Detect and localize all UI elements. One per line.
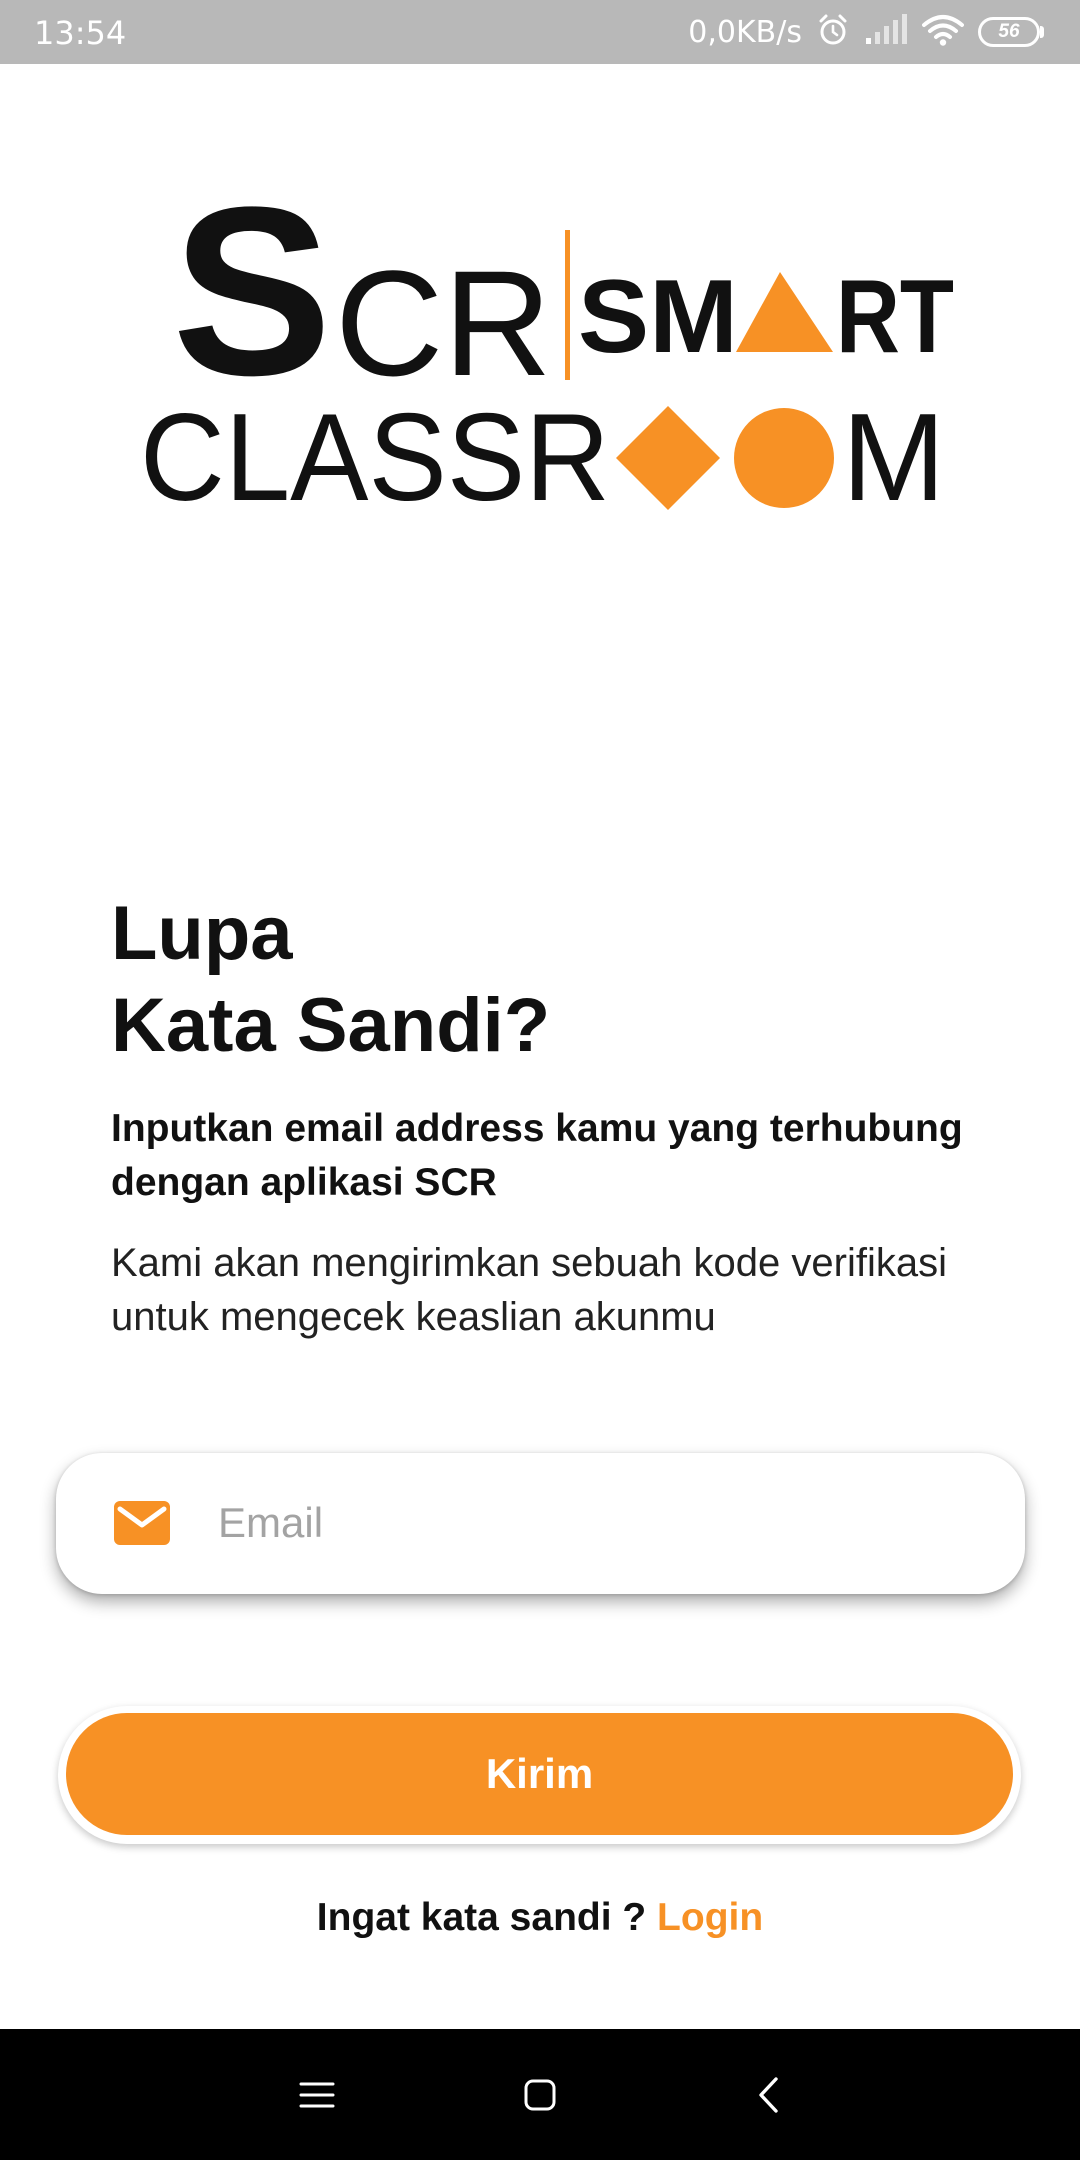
menu-icon[interactable] (285, 2063, 349, 2127)
back-icon[interactable] (736, 2063, 800, 2127)
page-title-line1: Lupa (111, 891, 293, 976)
page-title: Lupa Kata Sandi? (111, 888, 550, 1072)
send-button[interactable]: Kirim (66, 1713, 1013, 1835)
network-speed: 0,0KB/s (688, 14, 802, 50)
mail-icon (114, 1501, 170, 1545)
scr-smart-classroom-logo: S CR SM RT CLASSR M (140, 160, 954, 527)
email-field[interactable] (56, 1453, 1025, 1594)
status-bar: 13:54 0,0KB/s 56 (0, 0, 1080, 64)
instruction-text: Inputkan email address kamu yang terhubu… (111, 1107, 963, 1204)
remember-password-row: Ingat kata sandi ? Login (0, 1896, 1080, 1940)
remember-password-text: Ingat kata sandi ? (316, 1896, 647, 1939)
svg-text:SM: SM (578, 259, 738, 375)
signal-icon (864, 13, 908, 51)
svg-text:S: S (172, 160, 332, 425)
svg-text:RT: RT (836, 259, 954, 375)
login-link[interactable]: Login (657, 1896, 763, 1939)
alarm-icon (816, 13, 850, 52)
email-input[interactable] (218, 1487, 978, 1559)
send-button-container: Kirim (58, 1706, 1021, 1844)
battery-level: 56 (978, 17, 1040, 47)
svg-text:CR: CR (335, 239, 552, 407)
description-text: Kami akan mengirimkan sebuah kode verifi… (111, 1241, 947, 1339)
status-time: 13:54 (34, 14, 127, 52)
status-icons: 0,0KB/s 56 (688, 10, 1044, 54)
navigation-bar (0, 2029, 1080, 2160)
svg-text:CLASSR: CLASSR (140, 389, 610, 527)
home-icon[interactable] (508, 2063, 572, 2127)
page-title-line2: Kata Sandi? (111, 983, 551, 1068)
battery-icon: 56 (978, 17, 1044, 47)
svg-text:M: M (842, 389, 945, 527)
wifi-icon (922, 14, 964, 51)
